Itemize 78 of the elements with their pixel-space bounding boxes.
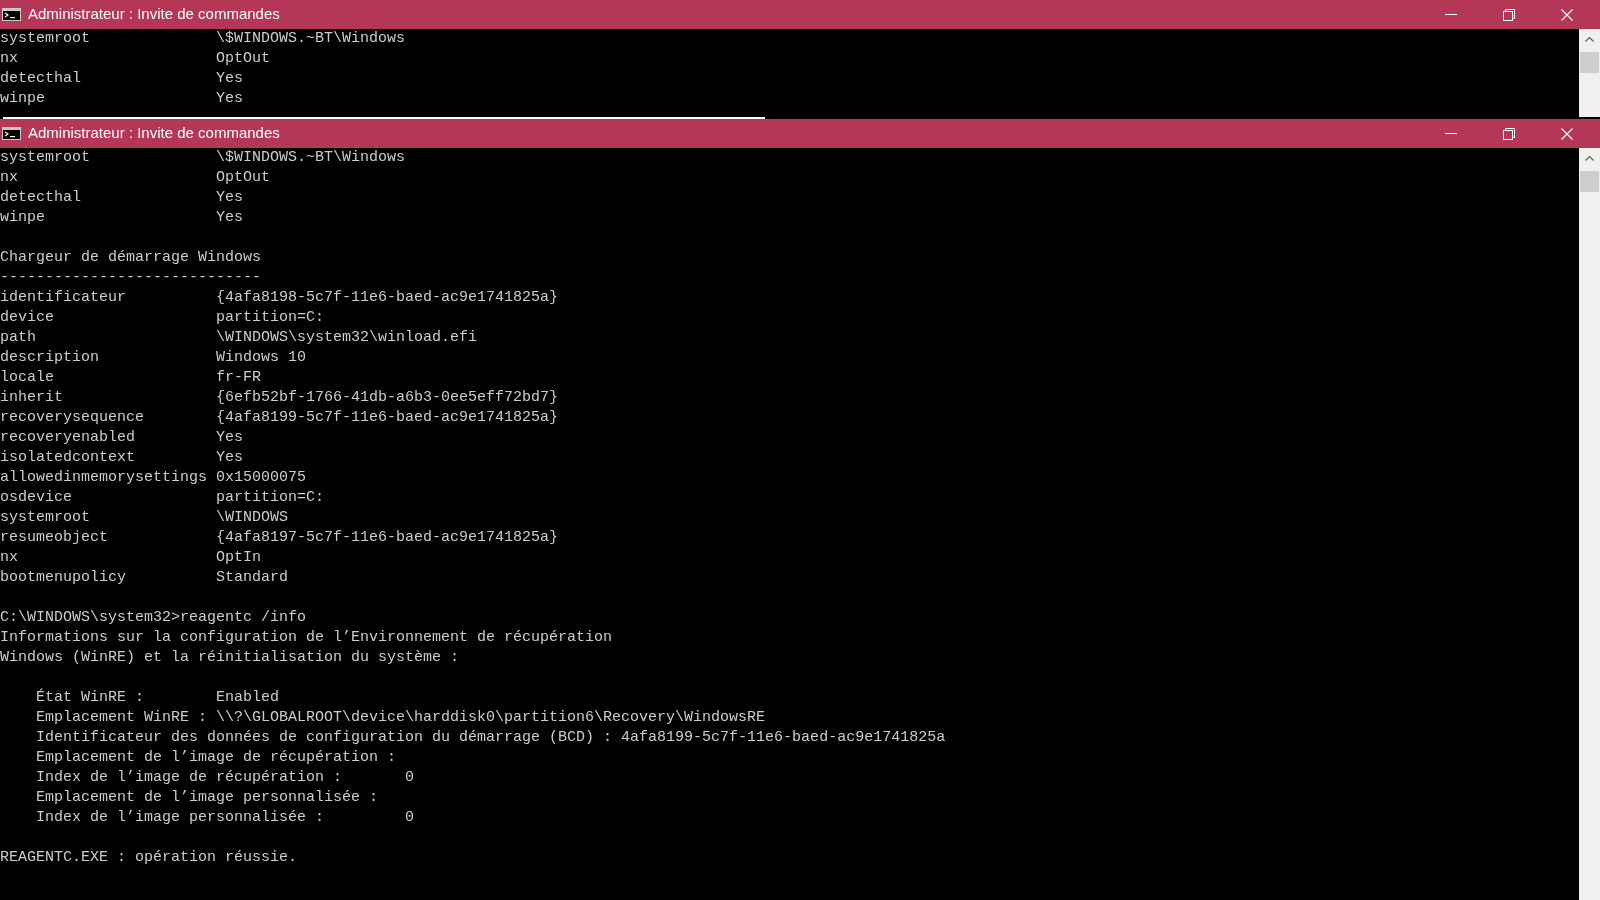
setting-name: nx: [0, 548, 18, 568]
setting-name: identificateur: [0, 288, 127, 308]
setting-name: osdevice: [0, 488, 72, 508]
console-text: Chargeur de démarrage Windows: [0, 248, 262, 268]
setting-value: 0x15000075: [216, 468, 307, 488]
setting-value: OptIn: [216, 548, 261, 568]
setting-value: OptOut: [216, 49, 270, 69]
restore-icon: [1503, 8, 1515, 21]
console-text: Informations sur la configuration de l’Environnement de récupération: [0, 628, 613, 648]
setting-value: Yes: [216, 208, 243, 228]
setting-value: Standard: [216, 568, 288, 588]
setting-value: \WINDOWS\system32\winload.efi: [216, 328, 478, 348]
terminal-icon: [2, 127, 21, 140]
window-title: Administrateur : Invite de commandes: [28, 123, 280, 144]
setting-name: systemroot: [0, 508, 90, 528]
setting-name: resumeobject: [0, 528, 109, 548]
console-text: Emplacement de l’image personnalisée :: [36, 788, 379, 808]
setting-name: detecthal: [0, 188, 81, 208]
console-text: REAGENTC.EXE : opération réussie.: [0, 848, 298, 868]
setting-value: Yes: [216, 428, 243, 448]
setting-name: detecthal: [0, 69, 81, 89]
console-text: C:\WINDOWS\system32>reagentc /info: [0, 608, 307, 628]
setting-name: inherit: [0, 388, 63, 408]
setting-value: \$WINDOWS.~BT\Windows: [216, 148, 406, 168]
close-icon: [1561, 8, 1573, 21]
setting-name: isolatedcontext: [0, 448, 136, 468]
setting-value: {4afa8199-5c7f-11e6-baed-ac9e1741825a}: [216, 408, 559, 428]
setting-value: {4afa8197-5c7f-11e6-baed-ac9e1741825a}: [216, 528, 559, 548]
console-text: Windows (WinRE) et la réinitialisation du système :: [0, 648, 460, 668]
setting-name: winpe: [0, 89, 45, 109]
setting-value: Yes: [216, 89, 243, 109]
setting-name: Index de l’image de récupération :: [36, 768, 343, 788]
minimize-icon: [1445, 133, 1457, 134]
setting-name: nx: [0, 49, 18, 69]
setting-name: systemroot: [0, 29, 90, 49]
setting-name: bootmenupolicy: [0, 568, 127, 588]
terminal-icon: [2, 8, 21, 21]
setting-value: OptOut: [216, 168, 270, 188]
setting-value: {4afa8198-5c7f-11e6-baed-ac9e1741825a}: [216, 288, 559, 308]
setting-value: fr-FR: [216, 368, 261, 388]
scroll-up-icon[interactable]: [1585, 156, 1594, 161]
setting-value: {6efb52bf-1766-41db-a6b3-0ee5eff72bd7}: [216, 388, 559, 408]
setting-value: 0: [405, 808, 414, 828]
setting-value: Windows 10: [216, 348, 306, 368]
setting-name: path: [0, 328, 36, 348]
setting-value: partition=C:: [216, 488, 325, 508]
console-text: -----------------------------: [0, 268, 262, 288]
setting-value: Enabled: [216, 688, 279, 708]
setting-name: allowedinmemorysettings: [0, 468, 208, 488]
setting-name: Identificateur des données de configuration du démarrage (BCD) :: [36, 728, 613, 748]
setting-value: \\?\GLOBALROOT\device\harddisk0\partition6\Recovery\WindowsRE: [216, 708, 766, 728]
setting-name: description: [0, 348, 100, 368]
setting-value: 0: [405, 768, 414, 788]
setting-name: nx: [0, 168, 18, 188]
scrollbar-thumb[interactable]: [1580, 52, 1599, 73]
setting-value: 4afa8199-5c7f-11e6-baed-ac9e1741825a: [621, 728, 946, 748]
setting-value: Yes: [216, 448, 243, 468]
setting-name: locale: [0, 368, 54, 388]
console-text: Emplacement de l’image de récupération :: [36, 748, 397, 768]
setting-name: recoveryenabled: [0, 428, 136, 448]
setting-name: recoverysequence: [0, 408, 145, 428]
scroll-up-icon[interactable]: [1585, 37, 1594, 42]
setting-name: device: [0, 308, 54, 328]
setting-name: systemroot: [0, 148, 90, 168]
setting-value: \$WINDOWS.~BT\Windows: [216, 29, 406, 49]
setting-name: État WinRE :: [36, 688, 145, 708]
setting-value: Yes: [216, 69, 243, 89]
minimize-icon: [1445, 14, 1457, 15]
setting-value: \WINDOWS: [216, 508, 288, 528]
setting-value: Yes: [216, 188, 243, 208]
restore-icon: [1503, 127, 1515, 140]
window-title: Administrateur : Invite de commandes: [28, 4, 280, 25]
setting-name: Emplacement WinRE :: [36, 708, 208, 728]
setting-name: winpe: [0, 208, 45, 228]
scrollbar-thumb[interactable]: [1580, 171, 1599, 192]
setting-value: partition=C:: [216, 308, 325, 328]
setting-name: Index de l’image personnalisée :: [36, 808, 325, 828]
close-icon: [1561, 127, 1573, 140]
